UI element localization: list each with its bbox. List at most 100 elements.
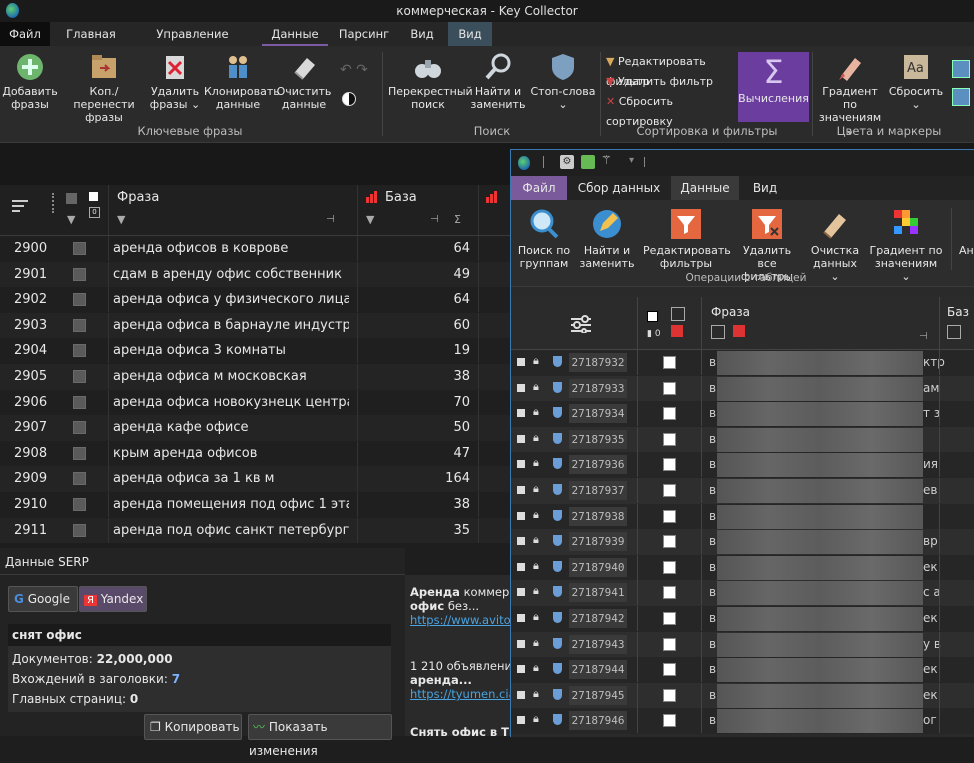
expand-icon[interactable] xyxy=(517,409,525,418)
row-checkbox[interactable] xyxy=(73,523,86,537)
expand-icon[interactable] xyxy=(517,460,525,469)
excel-icon[interactable] xyxy=(581,155,595,169)
table-row[interactable]: 🔒︎ 27187937 в ев xyxy=(511,478,974,504)
expand-icon[interactable] xyxy=(517,562,525,571)
add-phrases-button[interactable]: Добавить фразы xyxy=(2,50,58,111)
edit-filters-button[interactable]: Редактировать фильтры xyxy=(643,208,731,270)
table-row[interactable]: 🔒︎ 27187944 в ек xyxy=(511,657,974,683)
mark-zero-icon[interactable]: 0 xyxy=(89,207,100,218)
lock-icon[interactable]: 🔒︎ xyxy=(533,712,539,726)
row-checkbox[interactable] xyxy=(663,560,676,574)
table-row[interactable]: 🔒︎ 27187940 в ек xyxy=(511,554,974,581)
table-row[interactable]: 2900 аренда офисов в коврове 64 xyxy=(0,236,515,262)
mark-icon[interactable] xyxy=(89,192,98,201)
contrast-icon[interactable] xyxy=(342,92,356,106)
expand-icon[interactable] xyxy=(517,434,525,443)
row-checkbox[interactable] xyxy=(73,446,86,460)
expand-icon[interactable] xyxy=(517,588,525,597)
table-row[interactable]: 2906 аренда офиса новокузнецк централ 70 xyxy=(0,389,515,416)
table-row[interactable]: 2910 аренда помещения под офис 1 этаж 38 xyxy=(0,492,515,518)
magic-wand-icon[interactable]: ⚚ xyxy=(601,153,612,167)
undo-redo-icon[interactable]: ↶ ↷ xyxy=(340,62,380,78)
mark-zero-icon[interactable]: ▮ 0 xyxy=(647,329,661,339)
row-checkbox[interactable] xyxy=(663,381,676,395)
gear-icon[interactable]: ⚙ xyxy=(560,155,574,169)
yandex-button[interactable]: Я Yandex xyxy=(79,586,147,612)
row-checkbox[interactable] xyxy=(663,484,676,497)
base-filter-icon[interactable]: ▼ xyxy=(366,213,374,226)
select-all-checkbox[interactable] xyxy=(647,311,658,322)
table-row[interactable]: 2902 аренда офиса у физического лица н 64 xyxy=(0,287,515,313)
tab-group-management[interactable]: Управление группами xyxy=(130,22,255,65)
tab-home[interactable]: Главная xyxy=(60,22,122,46)
row-checkbox[interactable] xyxy=(663,688,676,702)
table-row[interactable]: 2911 аренда под офис санкт петербург 35 xyxy=(0,517,515,544)
row-checkbox[interactable] xyxy=(73,318,86,332)
expand-icon[interactable] xyxy=(517,358,525,366)
column-header-base[interactable]: База xyxy=(385,190,417,205)
lock-icon[interactable]: 🔒︎ xyxy=(533,380,539,394)
lock-icon[interactable]: 🔒︎ xyxy=(533,610,539,624)
clone-data-button[interactable]: Клонировать данные xyxy=(204,50,280,111)
edit-filter-item[interactable]: ▼ Редактировать фильтр xyxy=(606,52,736,88)
table-row[interactable]: 🔒︎ 27187938 в xyxy=(511,503,974,530)
row-checkbox[interactable] xyxy=(73,370,86,383)
phrase-filter-icon[interactable]: ▼ xyxy=(117,213,125,226)
row-checkbox[interactable] xyxy=(73,472,86,486)
shield-icon[interactable] xyxy=(553,509,562,521)
shield-icon[interactable] xyxy=(553,560,562,572)
table-row[interactable]: 🔒︎ 27187933 в ам xyxy=(511,375,974,402)
row-checkbox[interactable] xyxy=(73,395,86,409)
column-header-phrase[interactable]: Фраза xyxy=(711,305,750,319)
tab-data-collection[interactable]: Сбор данных xyxy=(569,176,669,200)
table-row[interactable]: 2903 аренда офиса в барнауле индустриа 60 xyxy=(0,312,515,339)
lock-icon[interactable]: 🔒︎ xyxy=(533,584,539,598)
shield-icon[interactable] xyxy=(553,535,562,547)
row-checkbox[interactable] xyxy=(663,458,676,472)
grid-icon[interactable] xyxy=(952,60,970,78)
expand-icon[interactable] xyxy=(517,690,525,699)
row-checkbox[interactable] xyxy=(73,421,86,435)
sum-icon[interactable]: Σ xyxy=(454,213,461,226)
tab-data[interactable]: Данные xyxy=(262,22,328,46)
stop-words-button[interactable]: Стоп-слова ⌄ xyxy=(530,50,596,111)
delete-phrases-button[interactable]: Удалить фразы ⌄ xyxy=(148,50,202,111)
table-row[interactable]: 2909 аренда офиса за 1 кв м 164 xyxy=(0,466,515,492)
result-link[interactable]: https://tyumen.cian xyxy=(410,687,513,701)
row-checkbox[interactable] xyxy=(663,612,676,625)
lock-icon[interactable]: 🔒︎ xyxy=(533,687,539,701)
funnel-x-icon[interactable] xyxy=(671,325,683,337)
tab-file[interactable]: Файл xyxy=(0,22,50,46)
table-row[interactable]: 2905 аренда офиса м московская 38 xyxy=(0,364,515,390)
shield-icon[interactable] xyxy=(553,637,562,649)
row-checkbox[interactable] xyxy=(73,293,86,307)
find-replace-button-2[interactable]: Найти и заменить xyxy=(579,208,635,270)
cross-search-button[interactable]: Перекрестный поиск xyxy=(388,50,473,111)
chevron-down-icon[interactable]: ▾ xyxy=(629,155,634,166)
shield-icon[interactable] xyxy=(553,458,562,470)
shield-icon[interactable] xyxy=(553,356,562,367)
table-row[interactable]: 🔒︎ 27187932 в ктр xyxy=(511,350,974,376)
sliders-icon[interactable] xyxy=(571,315,591,334)
table-row[interactable]: 🔒︎ 27187941 в с а xyxy=(511,580,974,606)
shield-icon[interactable] xyxy=(553,688,562,700)
lock-icon[interactable]: 🔒︎ xyxy=(533,482,539,496)
calculations-button[interactable]: Σ Вычисления xyxy=(738,52,809,122)
copy-button[interactable]: ❐ Копировать xyxy=(144,714,242,740)
shield-icon[interactable] xyxy=(553,432,562,444)
phrase-filter-x-icon[interactable] xyxy=(733,325,745,337)
table-row[interactable]: 🔒︎ 27187934 в т з xyxy=(511,401,974,427)
row-checkbox[interactable] xyxy=(663,432,676,446)
shield-icon[interactable] xyxy=(553,663,562,675)
column-header-base[interactable]: Баз xyxy=(947,305,969,319)
row-checkbox[interactable] xyxy=(73,267,86,281)
reset-colors-button[interactable]: Aa Сбросить ⌄ xyxy=(888,50,944,111)
tab-view[interactable]: Вид xyxy=(741,176,789,200)
lock-icon[interactable]: 🔒︎ xyxy=(533,559,539,573)
row-checkbox[interactable] xyxy=(663,637,676,651)
funnel-icon[interactable] xyxy=(671,307,685,321)
expand-icon[interactable] xyxy=(517,486,525,494)
table-row[interactable]: 🔒︎ 27187935 в xyxy=(511,426,974,453)
table-row[interactable]: 2901 сдам в аренду офис собственник 49 xyxy=(0,261,515,288)
table-row[interactable]: 2908 крым аренда офисов 47 xyxy=(0,440,515,467)
